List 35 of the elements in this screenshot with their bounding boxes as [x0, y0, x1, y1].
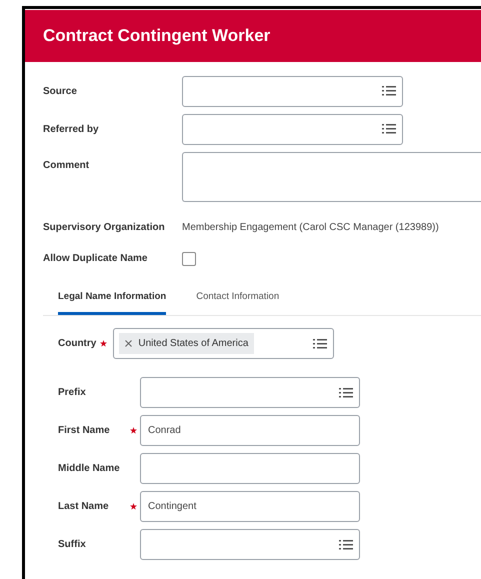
tab[interactable]: Legal Name Information: [58, 282, 166, 315]
country-field[interactable]: United States of America: [113, 328, 334, 359]
list-icon[interactable]: [382, 123, 396, 135]
list-icon[interactable]: [339, 538, 353, 550]
list-icon[interactable]: [339, 386, 353, 398]
field-label: Prefix: [58, 386, 87, 400]
text-field[interactable]: [140, 453, 360, 484]
field-label: Referred by: [43, 122, 100, 136]
list-icon[interactable]: [313, 338, 328, 350]
list-icon[interactable]: [382, 85, 396, 97]
field-label: First Name: [58, 424, 111, 438]
field-label: Allow Duplicate Name: [43, 252, 148, 266]
comment-field[interactable]: [182, 152, 481, 202]
select-field[interactable]: [140, 377, 360, 408]
field-label: Middle Name: [58, 462, 121, 476]
country-chip[interactable]: United States of America: [119, 333, 254, 354]
field-label: Last Name: [58, 500, 110, 514]
chip-text: United States of America: [138, 337, 248, 351]
select-field[interactable]: [182, 76, 403, 106]
select-field[interactable]: [140, 529, 360, 560]
field-label: Supervisory Organization: [43, 221, 166, 235]
field-label: Suffix: [58, 538, 87, 552]
field-label: Comment: [43, 159, 90, 173]
text-field[interactable]: Contingent: [140, 491, 360, 522]
tab[interactable]: Contact Information: [196, 282, 280, 315]
remove-icon[interactable]: [125, 340, 132, 347]
field-value: Contingent: [148, 500, 196, 514]
field-value: Conrad: [148, 424, 181, 438]
field-value: Membership Engagement (Carol CSC Manager (123989)): [182, 221, 439, 235]
page-title: Contract Contingent Worker: [43, 25, 270, 48]
select-field[interactable]: [182, 114, 403, 144]
field-label: Source: [43, 84, 78, 98]
text-field[interactable]: Conrad: [140, 415, 360, 446]
field-label: Country: [58, 337, 96, 351]
checkbox[interactable]: [182, 252, 196, 266]
